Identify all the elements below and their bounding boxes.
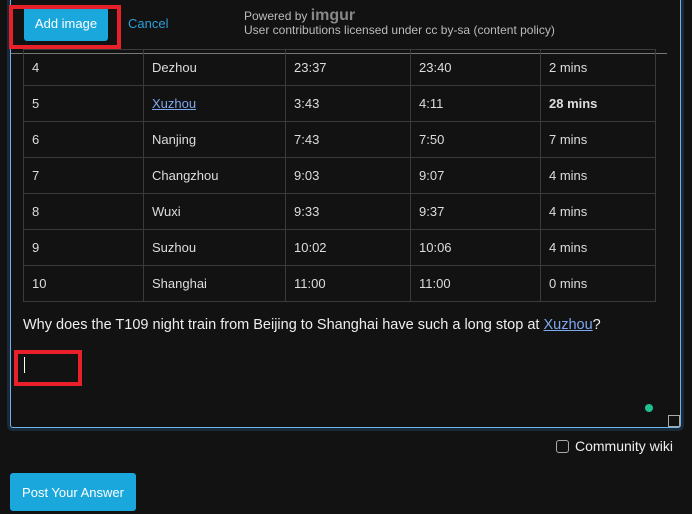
table-cell: 4 mins — [540, 193, 656, 230]
table-cell: Suzhou — [143, 229, 286, 266]
table-row: 8 Wuxi 9:33 9:37 4 mins — [23, 193, 656, 230]
table-cell: 23:37 — [285, 49, 411, 86]
table-cell: 9:03 — [285, 157, 411, 194]
answer-editor[interactable]: Add image Cancel Powered by imgur User c… — [10, 0, 681, 428]
table-cell: Shanghai — [143, 265, 286, 302]
license-text: User contributions licensed under cc by-… — [244, 23, 555, 37]
table-row: 4 Dezhou 23:37 23:40 2 mins — [23, 49, 656, 86]
table-cell: 0 mins — [540, 265, 656, 302]
table-cell: 5 — [23, 85, 144, 122]
table-cell: 11:00 — [285, 265, 411, 302]
table-cell: 6 — [23, 121, 144, 158]
table-cell: 23:40 — [410, 49, 541, 86]
table-row: 9 Suzhou 10:02 10:06 4 mins — [23, 229, 656, 266]
xuzhou-link[interactable]: Xuzhou — [543, 317, 592, 333]
annotation-box-add-image — [9, 5, 121, 49]
table-cell: Xuzhou — [143, 85, 286, 122]
table-cell: Dezhou — [143, 49, 286, 86]
table-cell: 4:11 — [410, 85, 541, 122]
table-cell: Wuxi — [143, 193, 286, 230]
table-cell: 9:33 — [285, 193, 411, 230]
table-cell: 10:02 — [285, 229, 411, 266]
community-wiki-option[interactable]: Community wiki — [556, 438, 673, 454]
table-cell: 8 — [23, 193, 144, 230]
annotation-box-cursor — [14, 350, 82, 386]
timetable: 4 Dezhou 23:37 23:40 2 mins 5 Xuzhou 3:43 4:11 28… — [23, 49, 656, 302]
question-after: ? — [592, 317, 601, 333]
powered-by-text: Powered by — [244, 9, 311, 23]
powered-by: Powered by imgur User contributions lice… — [244, 7, 555, 38]
table-cell: 4 mins — [540, 157, 656, 194]
table-cell: 3:43 — [285, 85, 411, 122]
table-cell: 10 — [23, 265, 144, 302]
table-row: 6 Nanjing 7:43 7:50 7 mins — [23, 121, 656, 158]
table-cell: 7 — [23, 157, 144, 194]
table-cell: Nanjing — [143, 121, 286, 158]
community-wiki-checkbox[interactable] — [556, 439, 569, 453]
table-cell: 7:50 — [410, 121, 541, 158]
station-link[interactable]: Xuzhou — [152, 96, 196, 111]
table-cell: 7:43 — [285, 121, 411, 158]
question-text: Why does the T109 night train from Beiji… — [23, 317, 601, 333]
table-row: 7 Changzhou 9:03 9:07 4 mins — [23, 157, 656, 194]
imgur-logo: imgur — [310, 7, 356, 24]
table-cell: 9:37 — [410, 193, 541, 230]
table-cell: 11:00 — [410, 265, 541, 302]
table-cell: 4 — [23, 49, 144, 86]
table-cell: 9:07 — [410, 157, 541, 194]
table-cell: 28 mins — [540, 85, 656, 122]
question-before: Why does the T109 night train from Beiji… — [23, 317, 544, 333]
resize-handle[interactable] — [668, 415, 680, 427]
table-row: 5 Xuzhou 3:43 4:11 28 mins — [23, 85, 656, 122]
table-row: 10 Shanghai 11:00 11:00 0 mins — [23, 265, 656, 302]
table-cell: 9 — [23, 229, 144, 266]
table-cell: 7 mins — [540, 121, 656, 158]
table-cell: Changzhou — [143, 157, 286, 194]
table-cell: 4 mins — [540, 229, 656, 266]
post-answer-button[interactable]: Post Your Answer — [10, 473, 136, 511]
table-cell: 2 mins — [540, 49, 656, 86]
community-wiki-label: Community wiki — [575, 438, 674, 454]
table-cell: 10:06 — [410, 229, 541, 266]
cancel-link[interactable]: Cancel — [128, 16, 168, 31]
status-dot — [645, 404, 653, 412]
